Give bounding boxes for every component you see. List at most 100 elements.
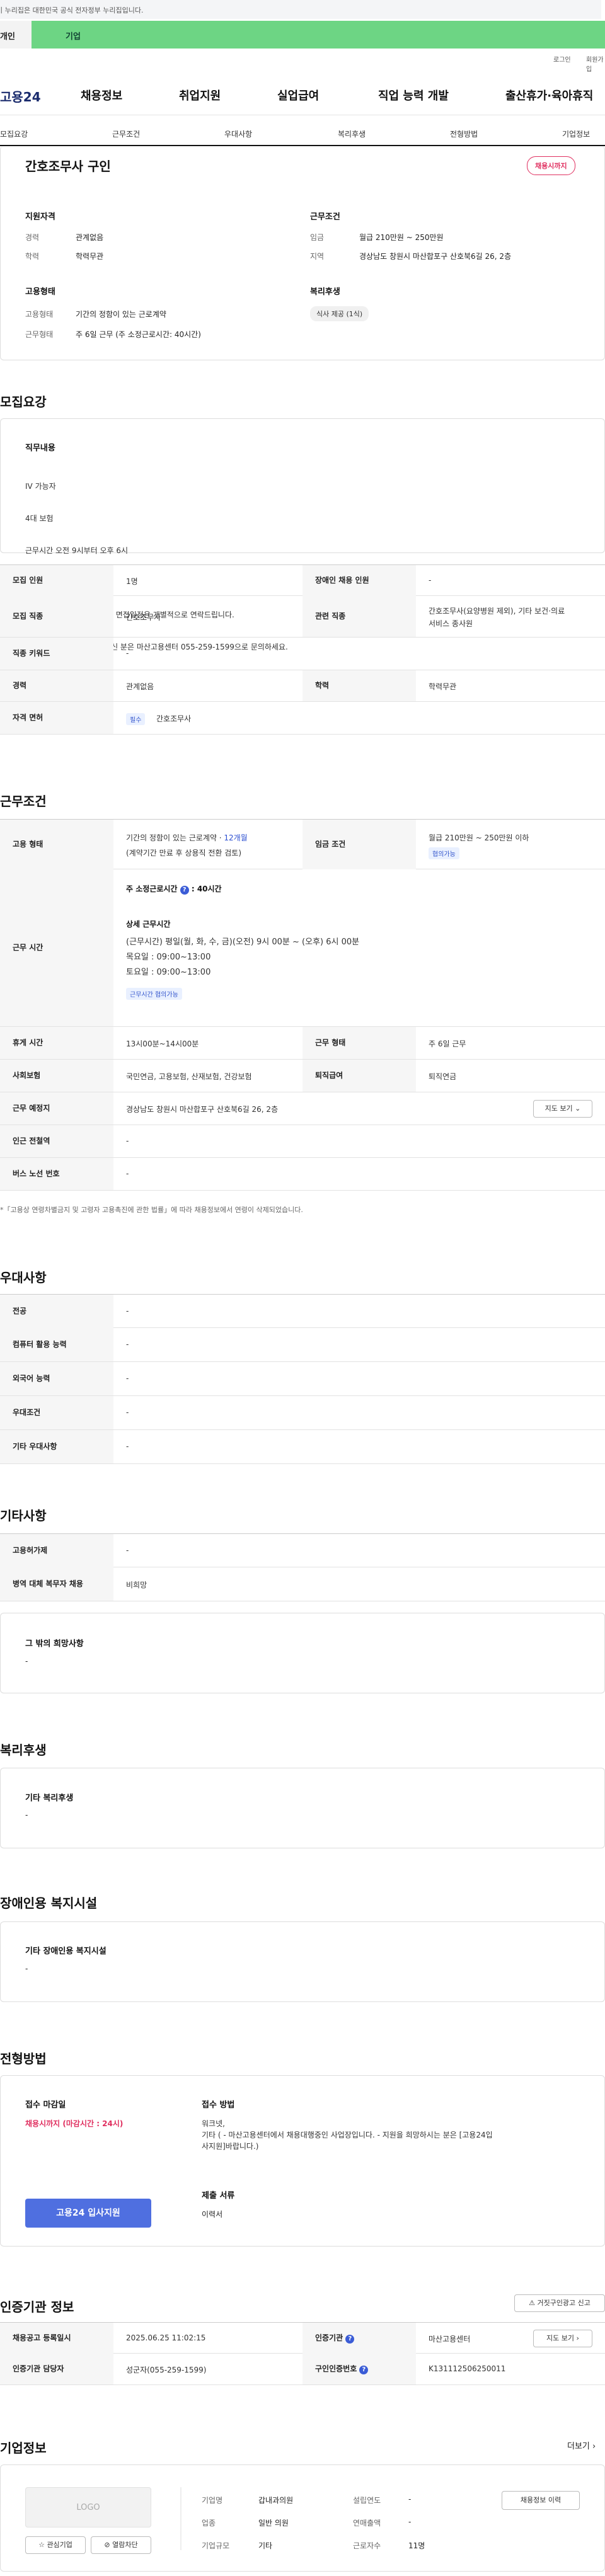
worktype-label: 근무형태: [25, 330, 54, 339]
status-badge: 채용시까지: [527, 156, 575, 175]
form-label: 근무 형태: [302, 1027, 416, 1059]
license-label: 자격 면허: [0, 702, 113, 734]
divider: [180, 2487, 182, 2550]
snb-preference[interactable]: 우대사항: [224, 129, 252, 139]
more-label: 더보기: [567, 2442, 590, 2451]
region-value: 경상남도 창원시 마산합포구 산호북6길 26, 2층: [359, 252, 512, 261]
disab-box-value: -: [25, 1964, 28, 1973]
report-button[interactable]: ⚠ 거짓구인광고 신고: [514, 2294, 605, 2312]
process-title: 전형방법: [0, 2051, 47, 2066]
gnb-leave[interactable]: 출산휴가·육아휴직: [505, 87, 593, 103]
welfare-pill: 식사 제공 (1식): [310, 306, 369, 321]
snb-process[interactable]: 전형방법: [450, 129, 478, 139]
keyword-value: -: [126, 649, 129, 658]
reg-label: 채용공고 등록일시: [0, 2323, 113, 2354]
employees-value: 11명: [408, 2541, 425, 2550]
detail-line: (근무시간) 평일(월, 화, 수, 금)(오전) 9시 00분 ~ (오후) …: [126, 937, 360, 947]
welfare-title: 복리후생: [310, 287, 340, 297]
apply-button[interactable]: 고용24 입사지원: [25, 2199, 151, 2228]
job-history-button[interactable]: 채용정보 이력: [502, 2491, 580, 2510]
pref-label: 우대조건: [0, 1396, 113, 1429]
table-row: 버스 노선 번호 -: [0, 1158, 605, 1191]
block-label: 열람차단: [112, 2541, 138, 2549]
etc-label: 병역 대체 복무자 채용: [0, 1567, 113, 1601]
welfare-section-title: 복리후생: [0, 1743, 47, 1758]
disab-value: -: [429, 576, 432, 585]
gnb-unemployment[interactable]: 실업급여: [277, 87, 319, 103]
career-row-value: 관계없음: [126, 682, 154, 691]
founded-label: 설립연도: [353, 2496, 381, 2505]
table-row: 모집 인원 1명 장애인 채용 인원 -: [0, 564, 605, 596]
cond-title: 근무조건: [310, 212, 340, 222]
deadline-title: 접수 마감일: [25, 2100, 66, 2110]
edu-row-value: 학력무관: [429, 682, 457, 691]
help-icon[interactable]: ?: [345, 2335, 355, 2344]
welfare-box-value: -: [25, 1811, 28, 1819]
disab-section-title: 장애인용 복지시설: [0, 1896, 98, 1911]
block-button[interactable]: ⊘ 열람차단: [91, 2536, 151, 2554]
login-link[interactable]: 로그인: [553, 54, 571, 64]
count-value: 1명: [126, 577, 138, 586]
subway-value: -: [126, 1136, 129, 1145]
company-title: 기업정보: [0, 2441, 47, 2456]
worktype-value: 주 6일 근무 (주 소정근로시간: 40시간): [76, 330, 201, 339]
required-tag: 필수: [126, 713, 146, 725]
table-row: 컴퓨터 활용 능력 -: [0, 1328, 605, 1362]
duty-line: IV 가능자: [25, 482, 56, 491]
manager-label: 인증기관 담당자: [0, 2354, 113, 2384]
table-row: 외국어 능력 -: [0, 1362, 605, 1396]
join-link[interactable]: 회원가입: [586, 54, 605, 73]
emp-period: 12개월: [224, 833, 248, 842]
industry-value: 일반 의원: [258, 2519, 289, 2527]
method-line: 사지원]바랍니다.): [202, 2142, 259, 2151]
map-button[interactable]: 지도 보기 ⌄: [533, 1100, 592, 1118]
snb-company[interactable]: 기업정보: [562, 129, 590, 139]
pref-value: -: [126, 1307, 129, 1315]
edu-label: 학력: [25, 252, 40, 261]
negotiable-tag: 협의가능: [429, 847, 459, 859]
retire-label: 퇴직급여: [302, 1060, 416, 1092]
duty-line: 4대 보험: [25, 514, 54, 523]
help-icon[interactable]: ?: [180, 886, 189, 895]
emp-value: 기간의 정함이 있는 근로계약 ·: [126, 833, 224, 842]
logo[interactable]: 고용24: [0, 87, 41, 105]
help-icon[interactable]: ?: [359, 2366, 369, 2374]
pref-value: -: [126, 1442, 129, 1451]
favorite-button[interactable]: ☆ 관심기업: [25, 2536, 86, 2554]
org-value: 마산고용센터: [429, 2335, 471, 2344]
tab-company[interactable]: 기업: [32, 21, 605, 49]
detail-line: 토요일 : 09:00~13:00: [126, 968, 211, 977]
form-value: 주 6일 근무: [429, 1039, 466, 1048]
bus-value: -: [126, 1169, 129, 1178]
org-map-button[interactable]: 지도 보기 ›: [533, 2330, 592, 2347]
license-value: 간호조무사: [156, 714, 192, 723]
tab-personal[interactable]: 개인: [0, 21, 32, 49]
etc-box: [0, 1613, 605, 1693]
favorite-label: 관심기업: [47, 2541, 72, 2549]
snb-condition[interactable]: 근무조건: [112, 129, 140, 139]
week-hours-value: : 40시간: [191, 884, 222, 893]
snb-welfare[interactable]: 복리후생: [338, 129, 366, 139]
org-map-label: 지도 보기: [546, 2334, 575, 2342]
detail-title: 상세 근무시간: [126, 920, 171, 929]
etc-title: 기타사항: [0, 1508, 47, 1523]
chevron-down-icon: ⌄: [575, 1104, 581, 1113]
table-row: 인증기관 담당자 성군자(055-259-1599) 구인인증번호 ? K131…: [0, 2354, 605, 2385]
wage-label: 임금: [310, 233, 325, 242]
pref-label: 외국어 능력: [0, 1362, 113, 1395]
cond-section-title: 근무조건: [0, 794, 47, 809]
cert-no-label: 구인인증번호 ?: [302, 2354, 416, 2384]
qual-title: 지원자격: [25, 212, 55, 222]
industry-label: 업종: [202, 2519, 216, 2527]
detail-line: 목요일 : 09:00~13:00: [126, 953, 211, 962]
snb-recruit[interactable]: 모집요강: [0, 129, 28, 139]
wage-cond-value: 월급 210만원 ~ 250만원 이하: [429, 833, 529, 842]
gnb-jobs[interactable]: 채용정보: [81, 87, 122, 103]
user-tabs: 개인 기업: [0, 21, 605, 49]
pref-value: -: [126, 1374, 129, 1383]
gnb-employment[interactable]: 취업지원: [179, 87, 221, 103]
company-name-value: 갑내과의원: [258, 2496, 294, 2505]
more-link[interactable]: 더보기 ›: [567, 2439, 596, 2451]
job-title: 간호조무사 구인: [25, 159, 111, 174]
gnb-training[interactable]: 직업 능력 개발: [378, 87, 449, 103]
